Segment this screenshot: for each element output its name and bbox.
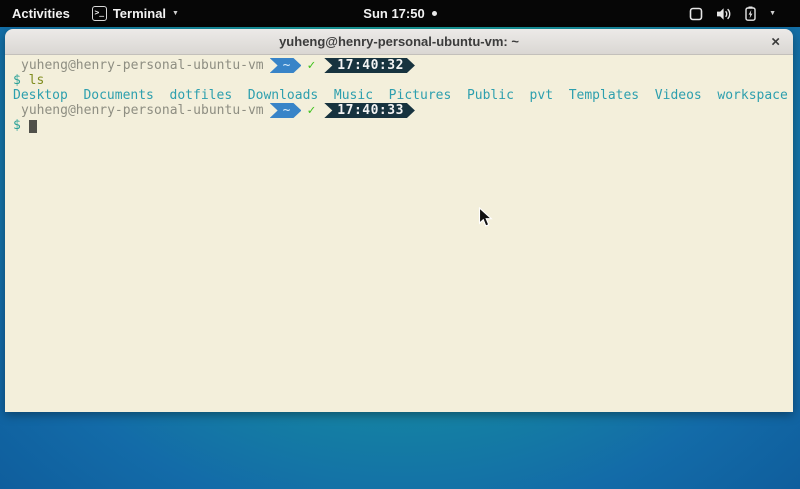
terminal-app-icon: >_: [92, 6, 107, 21]
prompt-userhost: yuheng@henry-personal-ubuntu-vm: [13, 103, 264, 118]
check-icon: ✓: [307, 58, 315, 73]
chevron-down-icon: ▼: [769, 10, 776, 17]
prompt-userhost: yuheng@henry-personal-ubuntu-vm: [13, 58, 264, 73]
system-status-area[interactable]: ▼: [679, 0, 800, 27]
close-icon[interactable]: ×: [771, 34, 780, 49]
window-titlebar[interactable]: yuheng@henry-personal-ubuntu-vm: ~ ×: [5, 29, 793, 55]
prompt-symbol: $: [13, 73, 21, 88]
check-icon: ✓: [307, 103, 315, 118]
gnome-top-bar: Activities >_ Terminal ▼ Sun 17:50 ▼: [0, 0, 800, 27]
app-menu-label: Terminal: [113, 6, 166, 21]
prompt-symbol: $: [13, 118, 21, 133]
app-menu-terminal[interactable]: >_ Terminal ▼: [82, 0, 189, 27]
command-line: $ ls: [13, 73, 793, 88]
display-icon: [689, 7, 703, 21]
terminal-window: yuheng@henry-personal-ubuntu-vm: ~ × yuh…: [5, 29, 793, 412]
prompt-time-segment: 17:40:32: [324, 58, 415, 73]
window-title: yuheng@henry-personal-ubuntu-vm: ~: [279, 34, 519, 49]
ls-output: Desktop Documents dotfiles Downloads Mus…: [13, 88, 793, 103]
prompt-line: yuheng@henry-personal-ubuntu-vm ~ ✓ 17:4…: [13, 103, 793, 118]
input-line: $: [13, 118, 793, 133]
chevron-down-icon: ▼: [172, 10, 179, 17]
volume-icon: [716, 7, 732, 21]
prompt-time-segment: 17:40:33: [324, 103, 415, 118]
text-cursor: [29, 120, 37, 133]
clock-button[interactable]: Sun 17:50: [363, 6, 436, 21]
terminal-content[interactable]: yuheng@henry-personal-ubuntu-vm ~ ✓ 17:4…: [5, 55, 793, 412]
typed-command: ls: [29, 73, 45, 88]
prompt-path-segment: ~: [270, 103, 302, 118]
notification-dot: [432, 11, 437, 16]
clock-label: Sun 17:50: [363, 6, 424, 21]
prompt-path-segment: ~: [270, 58, 302, 73]
prompt-line: yuheng@henry-personal-ubuntu-vm ~ ✓ 17:4…: [13, 58, 793, 73]
battery-charging-icon: [745, 6, 756, 21]
activities-button[interactable]: Activities: [0, 0, 82, 27]
